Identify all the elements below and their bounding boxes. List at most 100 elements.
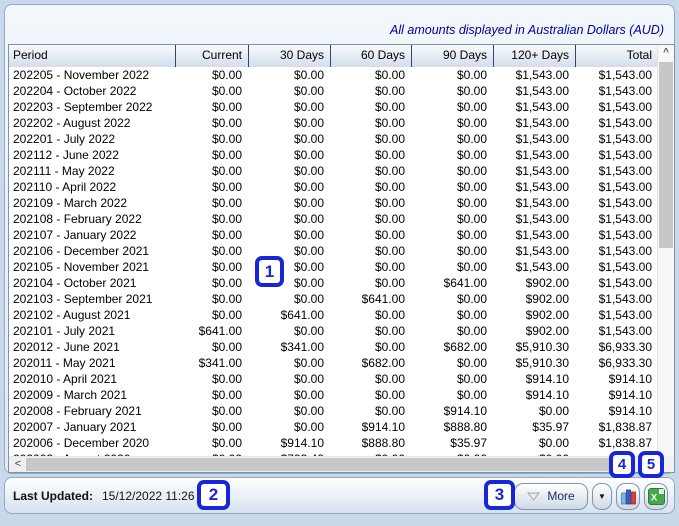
total-cell: $1,543.00 (576, 131, 659, 147)
days90-cell: $0.00 (412, 67, 494, 83)
days120-cell: $1,543.00 (494, 227, 576, 243)
days90-cell: $0.00 (412, 323, 494, 339)
days120-cell: $5,910.30 (494, 339, 576, 355)
page: All amounts displayed in Australian Doll… (0, 0, 679, 526)
table-row[interactable]: 202010 - April 2021 $0.00 $0.00 $0.00 $0… (9, 371, 659, 387)
table-row[interactable]: 202102 - August 2021 $0.00 $641.00 $0.00… (9, 307, 659, 323)
vertical-scrollbar[interactable]: ^ (657, 45, 674, 458)
table-row[interactable]: 202203 - September 2022 $0.00 $0.00 $0.0… (9, 99, 659, 115)
days30-cell: $641.00 (249, 307, 331, 323)
vertical-scroll-thumb[interactable] (659, 62, 673, 248)
period-cell: 202103 - September 2021 (9, 291, 176, 307)
days60-cell: $0.00 (331, 403, 412, 419)
table-row[interactable]: 202201 - July 2022 $0.00 $0.00 $0.00 $0.… (9, 131, 659, 147)
table-row[interactable]: 202202 - August 2022 $0.00 $0.00 $0.00 $… (9, 115, 659, 131)
days30-cell: $0.00 (249, 227, 331, 243)
days90-cell: $0.00 (412, 355, 494, 371)
period-cell: 202107 - January 2022 (9, 227, 176, 243)
days30-cell: $0.00 (249, 99, 331, 115)
days120-cell: $1,543.00 (494, 195, 576, 211)
days90-cell: $0.00 (412, 371, 494, 387)
current-cell: $0.00 (176, 243, 249, 259)
total-cell: $1,543.00 (576, 275, 659, 291)
days120-cell: $1,543.00 (494, 163, 576, 179)
total-cell: $1,838.87 (576, 419, 659, 435)
total-cell: $6,933.30 (576, 355, 659, 371)
period-cell: 202104 - October 2021 (9, 275, 176, 291)
days60-cell: $0.00 (331, 275, 412, 291)
days60-cell: $0.00 (331, 83, 412, 99)
table-row[interactable]: 202006 - December 2020 $0.00 $914.10 $88… (9, 435, 659, 451)
total-cell: $1,543.00 (576, 307, 659, 323)
scroll-up-icon[interactable]: ^ (658, 45, 674, 61)
table-row[interactable]: 202011 - May 2021 $341.00 $0.00 $682.00 … (9, 355, 659, 371)
total-cell: $1,543.00 (576, 243, 659, 259)
table-row[interactable]: 202009 - March 2021 $0.00 $0.00 $0.00 $0… (9, 387, 659, 403)
days60-cell: $0.00 (331, 211, 412, 227)
total-cell: $6,933.30 (576, 339, 659, 355)
current-cell: $0.00 (176, 259, 249, 275)
table-row[interactable]: 202104 - October 2021 $0.00 $0.00 $0.00 … (9, 275, 659, 291)
table-row[interactable]: 202205 - November 2022 $0.00 $0.00 $0.00… (9, 67, 659, 83)
days90-cell: $0.00 (412, 163, 494, 179)
excel-icon: X (648, 488, 665, 505)
column-header-120-days[interactable]: 120+ Days (494, 45, 576, 67)
footer-buttons: More ▼ (514, 482, 668, 510)
callout-5: 5 (638, 451, 664, 478)
days120-cell: $1,543.00 (494, 243, 576, 259)
table-row[interactable]: 202105 - November 2021 $0.00 $0.00 $0.00… (9, 259, 659, 275)
column-header-90-days[interactable]: 90 Days (412, 45, 494, 67)
days90-cell: $0.00 (412, 227, 494, 243)
days120-cell: $0.00 (494, 403, 576, 419)
total-cell: $1,543.00 (576, 195, 659, 211)
current-cell: $0.00 (176, 195, 249, 211)
table-row[interactable]: 202106 - December 2021 $0.00 $0.00 $0.00… (9, 243, 659, 259)
chart-button[interactable] (616, 483, 640, 510)
period-cell: 202110 - April 2022 (9, 179, 176, 195)
period-cell: 202008 - February 2021 (9, 403, 176, 419)
days120-cell: $1,543.00 (494, 179, 576, 195)
table-row[interactable]: 202109 - March 2022 $0.00 $0.00 $0.00 $0… (9, 195, 659, 211)
table-row[interactable]: 202107 - January 2022 $0.00 $0.00 $0.00 … (9, 227, 659, 243)
current-cell: $341.00 (176, 355, 249, 371)
caret-down-icon: ▼ (598, 492, 606, 501)
column-header-30-days[interactable]: 30 Days (249, 45, 331, 67)
table-row[interactable]: 202008 - February 2021 $0.00 $0.00 $0.00… (9, 403, 659, 419)
period-cell: 202012 - June 2021 (9, 339, 176, 355)
table-row[interactable]: 202112 - June 2022 $0.00 $0.00 $0.00 $0.… (9, 147, 659, 163)
table-row[interactable]: 202007 - January 2021 $0.00 $0.00 $914.1… (9, 419, 659, 435)
current-cell: $0.00 (176, 83, 249, 99)
days60-cell: $0.00 (331, 323, 412, 339)
days30-cell: $0.00 (249, 419, 331, 435)
period-cell: 202101 - July 2021 (9, 323, 176, 339)
days90-cell: $35.97 (412, 435, 494, 451)
days120-cell: $902.00 (494, 323, 576, 339)
column-header-total[interactable]: Total (576, 45, 659, 67)
horizontal-scrollbar[interactable]: < (9, 456, 659, 472)
more-button[interactable]: More (514, 483, 588, 510)
scroll-left-icon[interactable]: < (11, 457, 25, 472)
table-row[interactable]: 202103 - September 2021 $0.00 $0.00 $641… (9, 291, 659, 307)
total-cell: $1,543.00 (576, 323, 659, 339)
column-header-60-days[interactable]: 60 Days (331, 45, 412, 67)
column-header-current[interactable]: Current (176, 45, 249, 67)
table-row[interactable]: 202204 - October 2022 $0.00 $0.00 $0.00 … (9, 83, 659, 99)
days120-cell: $1,543.00 (494, 83, 576, 99)
more-dropdown-button[interactable]: ▼ (592, 483, 612, 510)
table-row[interactable]: 202101 - July 2021 $641.00 $0.00 $0.00 $… (9, 323, 659, 339)
period-cell: 202009 - March 2021 (9, 387, 176, 403)
table-row[interactable]: 202012 - June 2021 $0.00 $341.00 $0.00 $… (9, 339, 659, 355)
period-cell: 202205 - November 2022 (9, 67, 176, 83)
callout-1: 1 (255, 256, 284, 287)
column-header-period[interactable]: Period (9, 45, 176, 67)
horizontal-scroll-thumb[interactable] (26, 458, 618, 471)
period-cell: 202006 - December 2020 (9, 435, 176, 451)
table-row[interactable]: 202110 - April 2022 $0.00 $0.00 $0.00 $0… (9, 179, 659, 195)
table-row[interactable]: 202111 - May 2022 $0.00 $0.00 $0.00 $0.0… (9, 163, 659, 179)
days90-cell: $0.00 (412, 99, 494, 115)
table-row[interactable]: 202108 - February 2022 $0.00 $0.00 $0.00… (9, 211, 659, 227)
period-cell: 202105 - November 2021 (9, 259, 176, 275)
excel-export-button[interactable]: X (644, 483, 668, 510)
total-cell: $914.10 (576, 403, 659, 419)
days90-cell: $0.00 (412, 259, 494, 275)
